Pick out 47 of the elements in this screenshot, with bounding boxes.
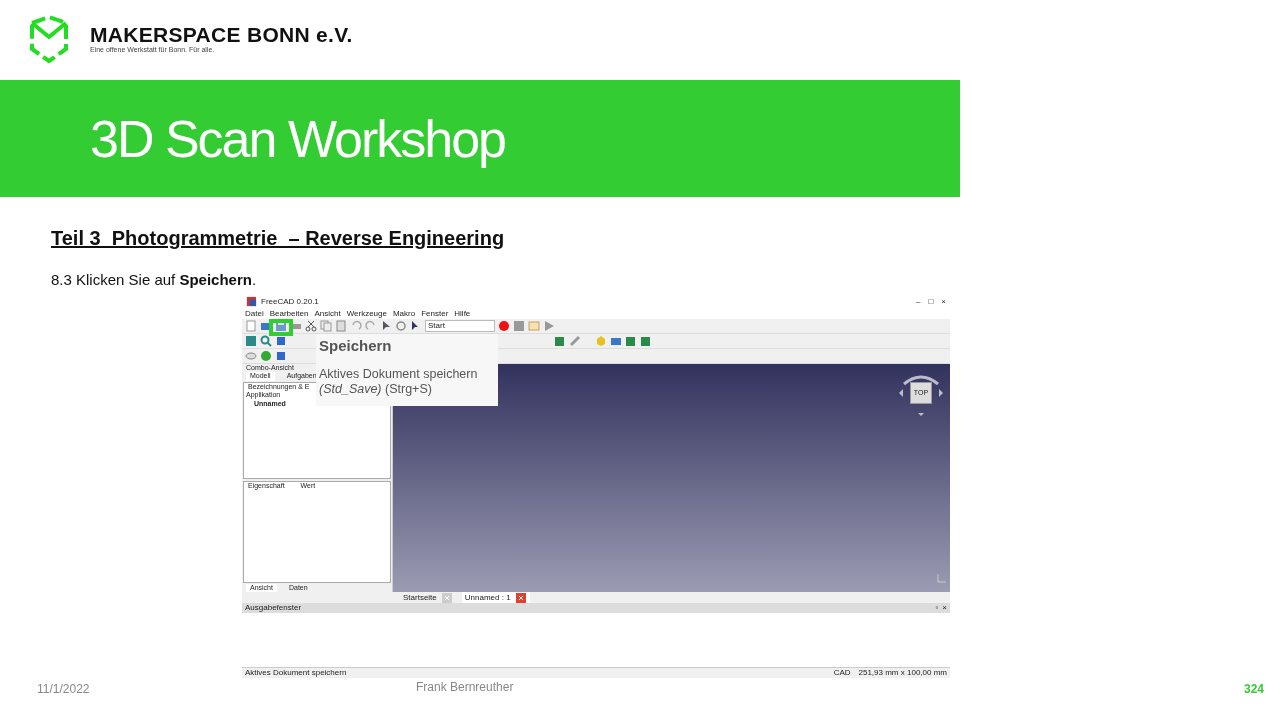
scissors-icon[interactable] xyxy=(305,320,317,332)
macro-editor-icon[interactable] xyxy=(528,320,540,332)
menu-item[interactable]: Ansicht xyxy=(314,308,341,319)
panel-title: Ausgabefenster xyxy=(245,603,302,613)
undo-icon[interactable] xyxy=(350,320,362,332)
close-button[interactable]: × xyxy=(942,603,947,613)
axis-icon xyxy=(936,572,948,585)
undock-button[interactable]: ▫ xyxy=(935,603,939,613)
menu-item[interactable]: Bearbeiten xyxy=(269,308,309,319)
window-title: FreeCAD 0.20.1 xyxy=(261,296,319,307)
menu-item[interactable]: Makro xyxy=(392,308,416,319)
dimension-text: 251,93 mm x 100,00 mm xyxy=(858,668,947,678)
menu-item[interactable]: Hilfe xyxy=(454,308,471,319)
footer-author: Frank Bernreuther xyxy=(416,679,514,696)
maximize-button[interactable]: □ xyxy=(928,296,934,307)
instruction-text: 8.3 Klicken Sie auf Speichern. xyxy=(51,270,258,290)
document-icon[interactable] xyxy=(245,320,257,332)
ruler-icon[interactable] xyxy=(569,335,581,347)
menu-item[interactable]: Werkzeuge xyxy=(346,308,387,319)
disc-icon[interactable] xyxy=(245,350,257,362)
footer-date: 11/1/2022 xyxy=(37,681,90,698)
zoom-icon[interactable] xyxy=(260,335,272,347)
highlight-frame xyxy=(269,319,293,336)
folder-icon[interactable] xyxy=(260,320,272,332)
record-icon[interactable] xyxy=(498,320,510,332)
menu-item[interactable]: Datei xyxy=(245,308,264,319)
sphere-icon[interactable] xyxy=(260,350,272,362)
close-icon[interactable] xyxy=(440,591,453,604)
stop-icon[interactable] xyxy=(513,320,525,332)
save-icon[interactable] xyxy=(275,320,287,332)
clipboard-icon[interactable] xyxy=(335,320,347,332)
folder-icon[interactable] xyxy=(610,335,622,347)
tooltip-text: Aktives Dokument speichern xyxy=(319,367,479,382)
app-logo-icon xyxy=(246,296,257,307)
workbench-dropdown[interactable]: Start xyxy=(425,320,495,332)
page-number: 324 xyxy=(1244,681,1265,698)
document-tab[interactable]: Startseite xyxy=(400,591,456,604)
navigation-style-dropdown[interactable]: CAD xyxy=(833,668,851,678)
close-icon[interactable] xyxy=(514,591,527,604)
close-button[interactable]: × xyxy=(941,296,946,307)
tooltip-title: Speichern xyxy=(319,337,393,355)
section-heading: Teil 3 Photogrammetrie – Reverse Engineering xyxy=(51,226,506,251)
logo-name: MAKERSPACE BONN e.V. xyxy=(90,24,353,46)
minimize-button[interactable]: – xyxy=(916,296,921,307)
tooltip-shortcut: (Std_Save) (Strg+S) xyxy=(319,382,433,397)
menu-item[interactable]: Fenster xyxy=(421,308,449,319)
status-text: Aktives Dokument speichern xyxy=(245,668,347,678)
